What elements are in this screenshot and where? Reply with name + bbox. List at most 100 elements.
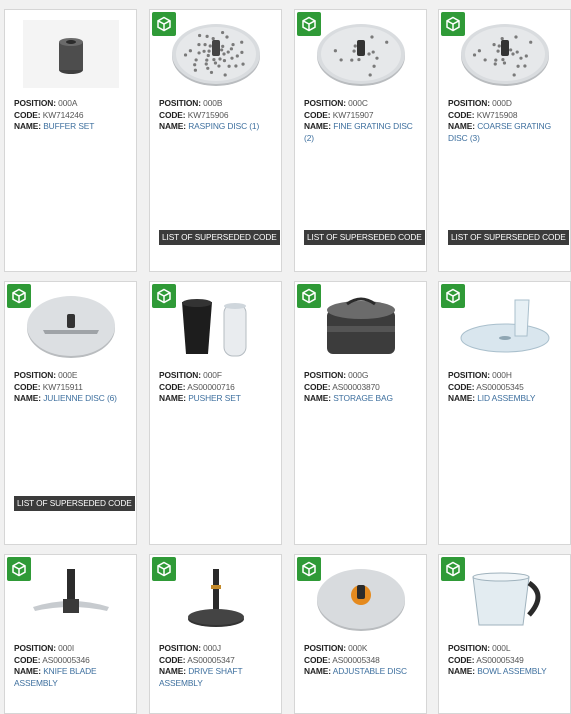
- product-name-link[interactable]: BUFFER SET: [43, 121, 94, 131]
- name-label: NAME:: [304, 666, 331, 676]
- position-label: POSITION:: [448, 98, 490, 108]
- product-card[interactable]: POSITION: 000L CODE: AS00005349 NAME: BO…: [438, 554, 571, 714]
- product-name-link[interactable]: PUSHER SET: [188, 393, 241, 403]
- product-info: POSITION: 000I CODE: AS00005346 NAME: KN…: [14, 643, 130, 689]
- product-card[interactable]: POSITION: 000C CODE: KW715907 NAME: FINE…: [294, 9, 427, 272]
- product-name-link[interactable]: STORAGE BAG: [333, 393, 393, 403]
- product-name-link[interactable]: JULIENNE DISC (6): [43, 393, 117, 403]
- code-line: CODE: AS00003870: [304, 382, 420, 394]
- product-card[interactable]: POSITION: 000A CODE: KW714246 NAME: BUFF…: [4, 9, 137, 272]
- position-line: POSITION: 000K: [304, 643, 420, 655]
- name-line: NAME: LID ASSEMBLY: [448, 393, 564, 405]
- product-card[interactable]: POSITION: 000B CODE: KW715906 NAME: RASP…: [149, 9, 282, 272]
- name-line: NAME: DRIVE SHAFT ASSEMBLY: [159, 666, 275, 689]
- product-card[interactable]: POSITION: 000J CODE: AS00005347 NAME: DR…: [149, 554, 282, 714]
- name-label: NAME:: [159, 666, 186, 676]
- position-value: 000G: [348, 370, 369, 380]
- position-value: 000J: [203, 643, 221, 653]
- product-info: POSITION: 000D CODE: KW715908 NAME: COAR…: [448, 98, 564, 144]
- product-card[interactable]: POSITION: 000I CODE: AS00005346 NAME: KN…: [4, 554, 137, 714]
- product-card[interactable]: POSITION: 000G CODE: AS00003870 NAME: ST…: [294, 281, 427, 545]
- lid-assembly-image[interactable]: [457, 292, 553, 360]
- product-info: POSITION: 000F CODE: AS00000716 NAME: PU…: [159, 370, 275, 405]
- product-card[interactable]: POSITION: 000F CODE: AS00000716 NAME: PU…: [149, 281, 282, 545]
- position-label: POSITION:: [159, 98, 201, 108]
- code-value: KW715907: [332, 109, 374, 120]
- superseded-code-button[interactable]: LIST OF SUPERSEDED CODE: [448, 230, 569, 245]
- position-label: POSITION:: [14, 643, 56, 653]
- product-card[interactable]: POSITION: 000D CODE: KW715908 NAME: COAR…: [438, 9, 571, 272]
- product-card[interactable]: POSITION: 000E CODE: KW715911 NAME: JULI…: [4, 281, 137, 545]
- name-label: NAME:: [14, 666, 41, 676]
- code-label: CODE:: [304, 654, 331, 665]
- position-line: POSITION: 000G: [304, 370, 420, 382]
- position-line: POSITION: 000E: [14, 370, 130, 382]
- code-line: CODE: AS00005347: [159, 655, 275, 667]
- position-line: POSITION: 000L: [448, 643, 564, 655]
- adjustable-disc-image[interactable]: [313, 565, 409, 633]
- position-value: 000L: [492, 643, 511, 653]
- name-label: NAME:: [159, 393, 186, 403]
- position-line: POSITION: 000I: [14, 643, 130, 655]
- product-name-link[interactable]: LID ASSEMBLY: [477, 393, 535, 403]
- code-value: AS00005346: [42, 654, 90, 665]
- position-line: POSITION: 000A: [14, 98, 130, 110]
- knife-blade-image[interactable]: [23, 565, 119, 633]
- code-line: CODE: KW715906: [159, 110, 275, 122]
- storage-bag-image[interactable]: [313, 292, 409, 360]
- position-label: POSITION:: [159, 370, 201, 380]
- product-name-link[interactable]: ADJUSTABLE DISC: [333, 666, 407, 676]
- position-line: POSITION: 000J: [159, 643, 275, 655]
- coarse-grating-disc-image[interactable]: [457, 20, 553, 88]
- name-line: NAME: ADJUSTABLE DISC: [304, 666, 420, 678]
- name-label: NAME:: [159, 121, 186, 131]
- position-label: POSITION:: [304, 370, 346, 380]
- position-value: 000I: [58, 643, 75, 653]
- code-value: AS00000716: [187, 381, 235, 392]
- position-value: 000B: [203, 98, 223, 108]
- code-label: CODE:: [159, 109, 186, 120]
- code-label: CODE:: [448, 654, 475, 665]
- rasping-disc-image[interactable]: [168, 20, 264, 88]
- code-line: CODE: KW715907: [304, 110, 420, 122]
- position-label: POSITION:: [14, 370, 56, 380]
- name-label: NAME:: [304, 393, 331, 403]
- code-value: AS00005345: [476, 381, 524, 392]
- code-line: CODE: KW714246: [14, 110, 130, 122]
- bowl-assembly-image[interactable]: [457, 565, 553, 633]
- name-line: NAME: KNIFE BLADE ASSEMBLY: [14, 666, 130, 689]
- code-line: CODE: AS00005345: [448, 382, 564, 394]
- pusher-set-image[interactable]: [168, 292, 264, 360]
- code-line: CODE: AS00005348: [304, 655, 420, 667]
- product-name-link[interactable]: RASPING DISC (1): [188, 121, 259, 131]
- name-label: NAME:: [448, 121, 475, 131]
- superseded-code-button[interactable]: LIST OF SUPERSEDED CODE: [304, 230, 425, 245]
- name-label: NAME:: [448, 666, 475, 676]
- position-label: POSITION:: [448, 370, 490, 380]
- superseded-code-button[interactable]: LIST OF SUPERSEDED CODE: [159, 230, 280, 245]
- name-line: NAME: JULIENNE DISC (6): [14, 393, 130, 405]
- product-card[interactable]: POSITION: 000H CODE: AS00005345 NAME: LI…: [438, 281, 571, 545]
- name-label: NAME:: [14, 121, 41, 131]
- position-value: 000C: [348, 98, 368, 108]
- superseded-code-button[interactable]: LIST OF SUPERSEDED CODE: [14, 496, 135, 511]
- position-label: POSITION:: [14, 98, 56, 108]
- product-card[interactable]: POSITION: 000K CODE: AS00005348 NAME: AD…: [294, 554, 427, 714]
- julienne-disc-image[interactable]: [23, 292, 119, 360]
- name-label: NAME:: [448, 393, 475, 403]
- code-label: CODE:: [159, 381, 186, 392]
- code-label: CODE:: [14, 381, 41, 392]
- position-value: 000K: [348, 643, 368, 653]
- code-value: KW715908: [476, 109, 518, 120]
- buffer-set-image[interactable]: [23, 20, 119, 88]
- drive-shaft-image[interactable]: [168, 565, 264, 633]
- position-label: POSITION:: [448, 643, 490, 653]
- code-line: CODE: KW715908: [448, 110, 564, 122]
- position-label: POSITION:: [159, 643, 201, 653]
- position-label: POSITION:: [304, 98, 346, 108]
- code-line: CODE: AS00000716: [159, 382, 275, 394]
- code-line: CODE: AS00005349: [448, 655, 564, 667]
- product-name-link[interactable]: BOWL ASSEMBLY: [477, 666, 547, 676]
- position-line: POSITION: 000H: [448, 370, 564, 382]
- fine-grating-disc-image[interactable]: [313, 20, 409, 88]
